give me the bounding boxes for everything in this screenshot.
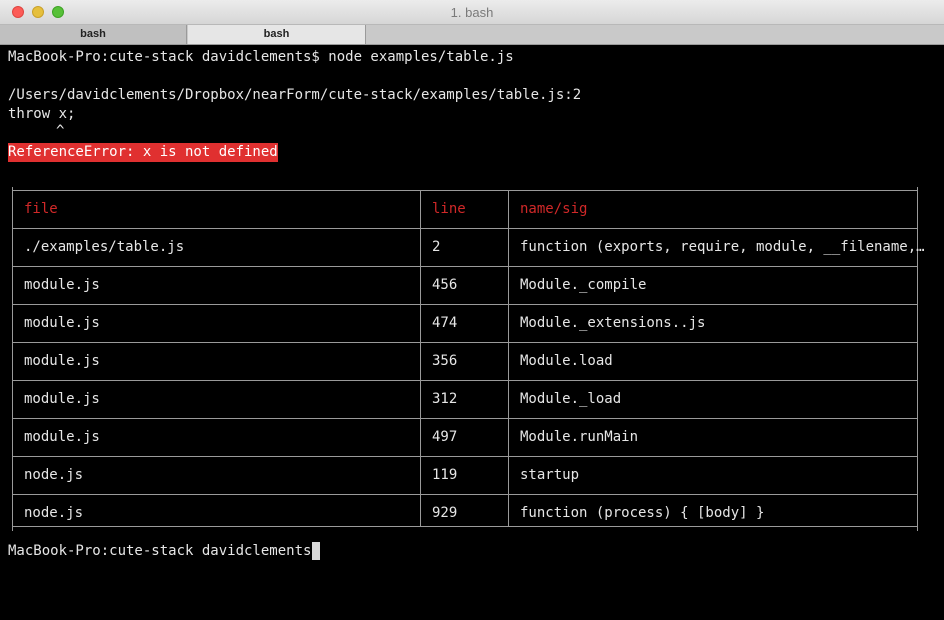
terminal-output[interactable]: MacBook-Pro:cute-stack davidclements$ no… <box>8 48 938 618</box>
row-file: node.js <box>24 467 84 483</box>
row-line: 497 <box>432 429 458 445</box>
error-caret: ^ <box>56 123 65 139</box>
terminal-window: 1. bash bash bash MacBook-Pro:cute-stack… <box>0 0 944 620</box>
row-line: 929 <box>432 505 458 521</box>
row-name-sig: Module._load <box>520 391 622 407</box>
tab-bash-2[interactable]: bash <box>188 25 366 44</box>
row-file: node.js <box>24 505 84 521</box>
code-line: throw x; <box>8 106 76 122</box>
window-title: 1. bash <box>450 5 494 20</box>
table-rule <box>12 339 918 347</box>
table-rule <box>12 415 918 423</box>
row-line: 356 <box>432 353 458 369</box>
header-line: line <box>432 201 466 217</box>
table-rule <box>12 301 918 309</box>
stack-table: file line name/sig ./examples/table.js 2… <box>12 187 925 531</box>
row-file: module.js <box>24 315 100 331</box>
table-rule <box>12 263 918 271</box>
row-name-sig: function (exports, require, module, __fi… <box>520 239 925 255</box>
table-rule <box>12 187 918 195</box>
table-rule <box>12 377 918 385</box>
row-file: module.js <box>24 353 100 369</box>
row-name-sig: Module._compile <box>520 277 647 293</box>
table-rule <box>12 453 918 461</box>
table-rule <box>12 225 918 233</box>
row-name-sig: function (process) { [body] } <box>520 505 765 521</box>
tab-bar: bash bash <box>0 25 944 45</box>
row-line: 119 <box>432 467 458 483</box>
row-name-sig: startup <box>520 467 580 483</box>
text-cursor <box>312 542 320 560</box>
error-path-line: /Users/davidclements/Dropbox/nearForm/cu… <box>8 87 582 103</box>
row-file: ./examples/table.js <box>24 239 185 255</box>
tab-bash-1[interactable]: bash <box>0 25 187 44</box>
row-name-sig: Module.load <box>520 353 613 369</box>
row-name-sig: Module._extensions..js <box>520 315 706 331</box>
command-line: MacBook-Pro:cute-stack davidclements$ no… <box>8 49 514 65</box>
header-name-sig: name/sig <box>520 201 588 217</box>
title-bar: 1. bash <box>0 0 944 25</box>
header-file: file <box>24 201 58 217</box>
shell-prompt: MacBook-Pro:cute-stack davidclements$ <box>8 543 329 559</box>
row-file: module.js <box>24 391 100 407</box>
error-message: ReferenceError: x is not defined <box>8 143 278 162</box>
row-line: 456 <box>432 277 458 293</box>
table-col-rule <box>508 190 509 526</box>
row-line: 312 <box>432 391 458 407</box>
row-line: 474 <box>432 315 458 331</box>
table-rule <box>12 523 918 531</box>
row-name-sig: Module.runMain <box>520 429 639 445</box>
row-file: module.js <box>24 429 100 445</box>
table-col-rule <box>420 190 421 526</box>
table-col-rule <box>12 190 13 526</box>
table-rule <box>12 491 918 499</box>
row-line: 2 <box>432 239 441 255</box>
row-file: module.js <box>24 277 100 293</box>
